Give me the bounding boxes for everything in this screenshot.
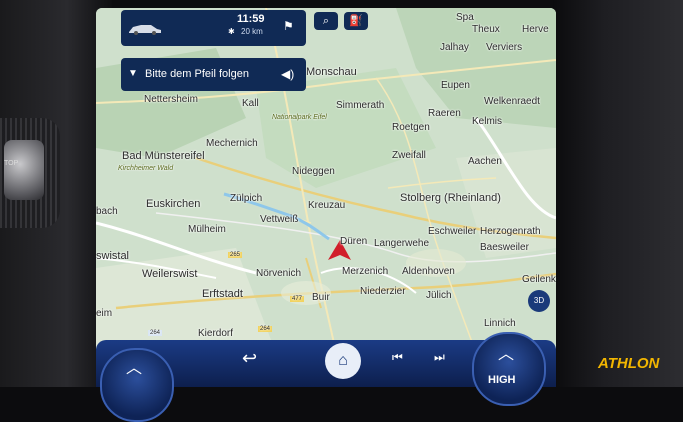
previous-track-button[interactable]: ⏮ [392, 350, 403, 365]
place-label: Euskirchen [146, 198, 201, 210]
place-label: Geilenk [522, 274, 556, 285]
watermark-logo: ATHLON [598, 355, 660, 372]
view-3d-button[interactable]: 3D [528, 290, 550, 312]
place-label: bach [96, 206, 118, 217]
place-label: Monschau [306, 66, 357, 78]
home-icon: ⌂ [338, 352, 348, 369]
place-label: Kall [242, 98, 259, 109]
place-label: Herzogenrath [480, 226, 541, 237]
search-icon: ⌕ [322, 15, 330, 27]
home-button[interactable]: ⌂ [325, 343, 361, 379]
place-label: Stolberg (Rheinland) [400, 192, 501, 204]
place-label: Jalhay [440, 42, 469, 53]
chevron-up-icon[interactable]: ︿ [498, 340, 514, 364]
place-label: Mechernich [206, 138, 258, 149]
navigation-screen[interactable]: Monschau Nettersheim Kall Simmerath Eupe… [96, 8, 556, 353]
place-label: Simmerath [336, 100, 385, 111]
place-label: Düren [340, 236, 368, 247]
place-label: Kierdorf [198, 328, 234, 339]
direction-arrow-icon: ▼ [128, 68, 138, 79]
place-label: eim [96, 308, 113, 319]
place-label: Bad Münstereifel [122, 150, 205, 162]
place-label: Aldenhoven [402, 266, 455, 277]
place-label: Verviers [486, 42, 523, 53]
road-number: 477 [290, 296, 305, 302]
place-label: Nörvenich [256, 268, 302, 279]
park-label: Kirchheimer Wald [118, 165, 174, 172]
road-number: 265 [228, 252, 243, 258]
place-label: Merzenich [342, 266, 389, 277]
place-label: Nideggen [292, 166, 335, 177]
guidance-banner[interactable]: ▼ Bitte dem Pfeil folgen ◀) [121, 58, 306, 91]
skip-next-icon: ⏭ [434, 350, 445, 364]
fan-level-label: HIGH [488, 374, 516, 386]
back-arrow-icon: ↩ [242, 348, 258, 368]
start-stop-button[interactable] [4, 140, 44, 200]
traffic-icon: ✱ [228, 27, 235, 36]
arrival-time: 11:59 [237, 13, 265, 25]
road-number: 264 [148, 330, 163, 336]
place-label: Spa [456, 12, 474, 23]
place-label: Langerwehe [374, 238, 430, 249]
search-button[interactable]: ⌕ [314, 12, 338, 30]
place-label: Erftstadt [202, 288, 243, 300]
trip-status-card[interactable]: 11:59 ✱ 20 km ⚑ [121, 10, 306, 46]
place-label: Nettersheim [144, 94, 198, 105]
dashboard-trim-right [553, 0, 683, 387]
place-label: Mülheim [188, 224, 226, 235]
place-label: Niederzier [360, 286, 406, 297]
fuel-station-button[interactable]: ⛽ [344, 12, 368, 30]
start-stop-label: TOP [4, 160, 19, 167]
car-icon [129, 25, 161, 35]
place-label: Raeren [428, 108, 461, 119]
place-label: Eupen [441, 80, 470, 91]
place-label: swistal [96, 250, 130, 262]
place-label: Aachen [468, 156, 502, 167]
place-label: Zülpich [230, 193, 263, 204]
place-label: Baesweiler [480, 242, 529, 253]
place-label: Zweifall [392, 150, 426, 161]
park-label: Nationalpark Eifel [272, 114, 327, 121]
place-label: Jülich [426, 290, 452, 301]
place-label: Kelmis [472, 116, 503, 127]
fuel-pump-icon: ⛽ [349, 15, 363, 27]
left-control-knob[interactable]: ︿ [100, 348, 174, 422]
guidance-instruction: Bitte dem Pfeil folgen [145, 68, 249, 80]
right-control-knob[interactable]: ︿ HIGH [472, 332, 546, 406]
back-button[interactable]: ↩ [242, 348, 257, 369]
next-track-button[interactable]: ⏭ [434, 350, 445, 365]
place-label: Eschweiler [428, 226, 477, 237]
place-label: Linnich [484, 318, 516, 329]
remaining-distance: 20 km [241, 27, 263, 36]
place-label: Herve [522, 24, 549, 35]
speaker-icon[interactable]: ◀) [281, 67, 294, 81]
destination-flag-icon: ⚑ [283, 19, 294, 33]
place-label: Roetgen [392, 122, 430, 133]
place-label: Welkenraedt [484, 96, 540, 107]
place-label: Weilerswist [142, 268, 198, 280]
skip-previous-icon: ⏮ [392, 350, 403, 364]
bottom-control-bar: ︿ ↩ ⌂ ⏮ ⏭ ︿ HIGH [96, 332, 556, 422]
road-number: 264 [258, 326, 273, 332]
place-label: Buir [312, 292, 330, 303]
place-label: Vettweiß [260, 214, 299, 225]
chevron-up-icon[interactable]: ︿ [126, 354, 142, 378]
place-label: Theux [472, 24, 500, 35]
place-label: Kreuzau [308, 200, 346, 211]
